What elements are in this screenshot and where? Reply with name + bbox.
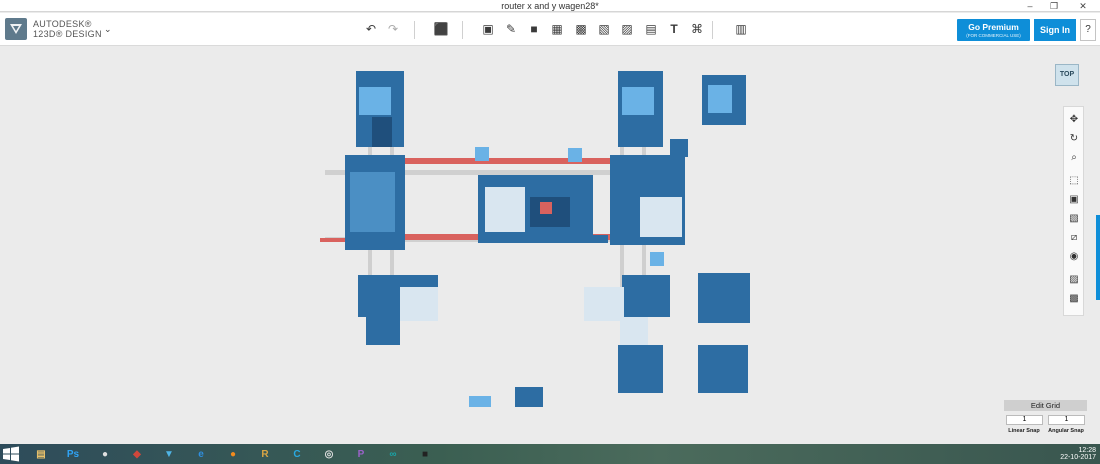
loose-part — [515, 387, 543, 407]
undo-icon[interactable]: ↶ — [363, 21, 379, 37]
toolbar-separator — [462, 21, 463, 39]
screenshot-icon[interactable]: ◉ — [1067, 249, 1081, 263]
bottom-bracket — [620, 317, 648, 345]
app-menu-chevron-icon[interactable]: ⌄ — [104, 24, 112, 35]
file-explorer-icon[interactable]: ▤ — [30, 445, 52, 463]
loose-part-face — [708, 85, 732, 113]
text-tool-icon[interactable]: T — [666, 21, 682, 37]
modify-tool-icon[interactable]: ▦ — [549, 21, 565, 37]
clock-date: 22-10-2017 — [1060, 454, 1096, 461]
design-viewport[interactable]: TOP ✥ ↻ ⌕ ⬚ ▣ ▧ ⧄ ◉ ▨ ▩ Edit Grid 1 1 Linear Snap… — [0, 47, 1100, 444]
bottom-bracket — [366, 309, 400, 345]
arduino-icon[interactable]: ∞ — [382, 445, 404, 463]
threaded-rod-end — [320, 238, 345, 242]
close-button[interactable]: ✕ — [1066, 0, 1100, 12]
shaded-view-icon[interactable]: ▧ — [1067, 211, 1081, 225]
window-title: router x and y wagen28* — [501, 1, 599, 11]
sketch-tool-icon[interactable]: ✎ — [503, 21, 519, 37]
bearing-block-detail — [372, 117, 392, 147]
app-toolbar: AUTODESK® 123D® DESIGN ⌄ ↶ ↷ ⬛ ▣ ✎ ■ ▦ ▩ ▧ ▨ ▤ T ⌘… — [0, 13, 1100, 46]
material-view-icon[interactable]: ▨ — [1067, 272, 1081, 286]
terminal-icon[interactable]: ■ — [414, 445, 436, 463]
navigation-bar: ✥ ↻ ⌕ ⬚ ▣ ▧ ⧄ ◉ ▨ ▩ — [1063, 106, 1084, 316]
hide-show-icon[interactable]: ⧄ — [1067, 230, 1081, 244]
window-titlebar: router x and y wagen28* – ❐ ✕ — [0, 0, 1100, 12]
zoom-icon[interactable]: ⌕ — [1067, 150, 1081, 164]
photoshop-icon[interactable]: Ps — [62, 445, 84, 463]
combine-tool-icon[interactable]: ▨ — [619, 21, 635, 37]
primitives-tool-icon[interactable]: ▣ — [480, 21, 496, 37]
small-part — [568, 148, 582, 162]
system-clock[interactable]: 12:28 22-10-2017 — [1040, 447, 1096, 461]
app-brand: AUTODESK® 123D® DESIGN — [33, 19, 102, 39]
side-panel-tab[interactable] — [1096, 215, 1100, 300]
bearing-block-face — [622, 87, 654, 115]
snap-tool-icon[interactable]: ⌘ — [689, 21, 705, 37]
view-cube-icon[interactable]: ▣ — [1067, 192, 1081, 206]
linear-snap-input[interactable]: 1 — [1006, 415, 1043, 425]
sign-in-button[interactable]: Sign In — [1034, 19, 1076, 41]
window-controls: – ❐ ✕ — [1018, 0, 1100, 12]
angular-snap-label: Angular Snap — [1048, 428, 1084, 434]
autodesk-logo-icon[interactable] — [5, 18, 27, 40]
bottom-block — [622, 275, 670, 317]
group-tool-icon[interactable]: ▧ — [596, 21, 612, 37]
brand-line-1: AUTODESK® — [33, 19, 92, 29]
internet-explorer-icon[interactable]: e — [190, 445, 212, 463]
loose-part — [469, 396, 491, 407]
material-tool-icon[interactable]: ▥ — [733, 21, 749, 37]
redo-icon[interactable]: ↷ — [385, 21, 401, 37]
angular-snap-input[interactable]: 1 — [1048, 415, 1085, 425]
small-part — [650, 252, 664, 266]
spindle-nut — [540, 202, 552, 214]
motor-block — [584, 287, 624, 321]
toolbar-separator — [712, 21, 713, 39]
solid-view-icon[interactable]: ▩ — [1067, 291, 1081, 305]
loose-part — [698, 273, 750, 323]
linear-snap-label: Linear Snap — [1008, 428, 1040, 434]
firefox-icon[interactable]: ● — [222, 445, 244, 463]
motor-block — [640, 197, 682, 237]
toolbar-separator — [414, 21, 415, 39]
loose-part — [698, 345, 748, 393]
view-cube-top[interactable]: TOP — [1055, 64, 1079, 86]
os-taskbar: ▤ Ps ● ◆ ▼ e ● R C ◎ P ∞ ■ 12:28 22-10-2017 — [0, 444, 1100, 464]
media-icon[interactable]: ● — [94, 445, 116, 463]
windows-start-icon[interactable] — [2, 446, 20, 462]
app-red-icon[interactable]: ◆ — [126, 445, 148, 463]
construct-tool-icon[interactable]: ■ — [526, 21, 542, 37]
go-premium-sublabel: (FOR COMMERCIAL USE) — [966, 33, 1021, 38]
cura-icon[interactable]: C — [286, 445, 308, 463]
spindle-mount — [485, 187, 525, 232]
fit-icon[interactable]: ⬚ — [1067, 173, 1081, 187]
small-part — [670, 139, 688, 157]
123d-design-icon[interactable]: ▼ — [158, 445, 180, 463]
pattern-tool-icon[interactable]: ▩ — [573, 21, 589, 37]
app-r-icon[interactable]: R — [254, 445, 276, 463]
small-part — [475, 147, 489, 161]
loose-part — [618, 345, 663, 393]
go-premium-button[interactable]: Go Premium (FOR COMMERCIAL USE) — [957, 19, 1030, 41]
help-button[interactable]: ? — [1080, 19, 1096, 41]
transform-tool-icon[interactable]: ⬛ — [433, 21, 449, 37]
motor-block — [400, 287, 438, 321]
go-premium-label: Go Premium — [968, 22, 1019, 32]
edit-grid-button[interactable]: Edit Grid — [1004, 400, 1087, 411]
3d-model-assembly[interactable] — [300, 47, 780, 407]
brand-line-2: 123D® DESIGN — [33, 29, 102, 39]
orbit-icon[interactable]: ↻ — [1067, 131, 1081, 145]
app-swirl-icon[interactable]: ◎ — [318, 445, 340, 463]
carriage-block-window — [350, 172, 395, 232]
measure-tool-icon[interactable]: ▤ — [643, 21, 659, 37]
maximize-button[interactable]: ❐ — [1042, 0, 1066, 12]
pan-icon[interactable]: ✥ — [1067, 112, 1081, 126]
bearing-block-face — [359, 87, 391, 115]
clock-time: 12:28 — [1078, 447, 1096, 454]
minimize-button[interactable]: – — [1018, 0, 1042, 12]
edit-grid-panel: Edit Grid 1 1 Linear Snap Angular Snap — [1004, 400, 1087, 440]
picasa-icon[interactable]: P — [350, 445, 372, 463]
center-rail — [478, 235, 608, 243]
